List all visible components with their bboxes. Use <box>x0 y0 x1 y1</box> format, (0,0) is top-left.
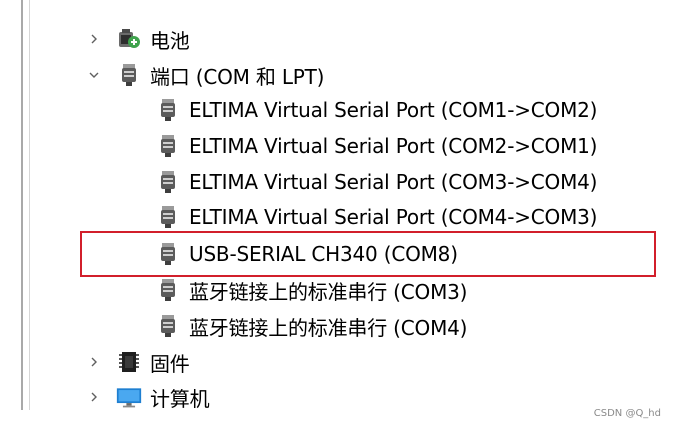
tree-item-battery[interactable]: 电池 <box>86 21 190 57</box>
port-item-label: ELTIMA Virtual Serial Port (COM4->COM3) <box>189 205 598 229</box>
chevron-right-icon[interactable] <box>86 31 102 47</box>
serial-port-icon <box>155 313 181 339</box>
bottom-strip <box>0 410 675 429</box>
port-item-label: 蓝牙链接上的标准串行 (COM3) <box>189 279 468 304</box>
port-item-com4[interactable]: ELTIMA Virtual Serial Port (COM4->COM3) <box>155 199 597 235</box>
chevron-down-icon[interactable] <box>86 67 102 83</box>
serial-port-icon <box>155 133 181 159</box>
tree-item-label: 固件 <box>150 351 190 376</box>
tree-item-firmware[interactable]: 固件 <box>86 344 190 380</box>
tree-item-label: 电池 <box>150 28 190 53</box>
serial-port-icon <box>155 97 181 123</box>
battery-icon <box>116 26 142 52</box>
port-item-label: ELTIMA Virtual Serial Port (COM2->COM1) <box>189 134 598 158</box>
chevron-right-icon[interactable] <box>86 389 102 405</box>
serial-port-icon <box>155 204 181 230</box>
monitor-icon <box>116 384 142 410</box>
port-item-label: 蓝牙链接上的标准串行 (COM4) <box>189 315 468 340</box>
port-item-label: ELTIMA Virtual Serial Port (COM3->COM4) <box>189 170 598 194</box>
tree-left-border-inner <box>29 0 30 412</box>
port-item-label: ELTIMA Virtual Serial Port (COM1->COM2) <box>189 98 598 122</box>
port-item-com1[interactable]: ELTIMA Virtual Serial Port (COM1->COM2) <box>155 92 597 128</box>
port-item-bluetooth-com4[interactable]: 蓝牙链接上的标准串行 (COM4) <box>155 308 467 344</box>
port-item-com3[interactable]: ELTIMA Virtual Serial Port (COM3->COM4) <box>155 164 597 200</box>
chevron-right-icon[interactable] <box>86 354 102 370</box>
serial-port-icon <box>155 277 181 303</box>
tree-item-label: 端口 (COM 和 LPT) <box>150 64 325 89</box>
port-item-bluetooth-com3[interactable]: 蓝牙链接上的标准串行 (COM3) <box>155 272 467 308</box>
tree-item-label: 计算机 <box>150 386 210 411</box>
device-manager-tree: 电池 端口 (COM 和 LPT) ELTIMA Virtual Serial … <box>0 0 675 429</box>
port-item-com2[interactable]: ELTIMA Virtual Serial Port (COM2->COM1) <box>155 128 597 164</box>
tree-left-border <box>21 0 23 412</box>
port-icon <box>116 62 142 88</box>
watermark: CSDN @Q_hd <box>593 408 661 419</box>
tree-item-ports[interactable]: 端口 (COM 和 LPT) <box>86 57 324 93</box>
serial-port-icon <box>155 169 181 195</box>
firmware-chip-icon <box>116 349 142 375</box>
highlight-box <box>80 231 656 277</box>
